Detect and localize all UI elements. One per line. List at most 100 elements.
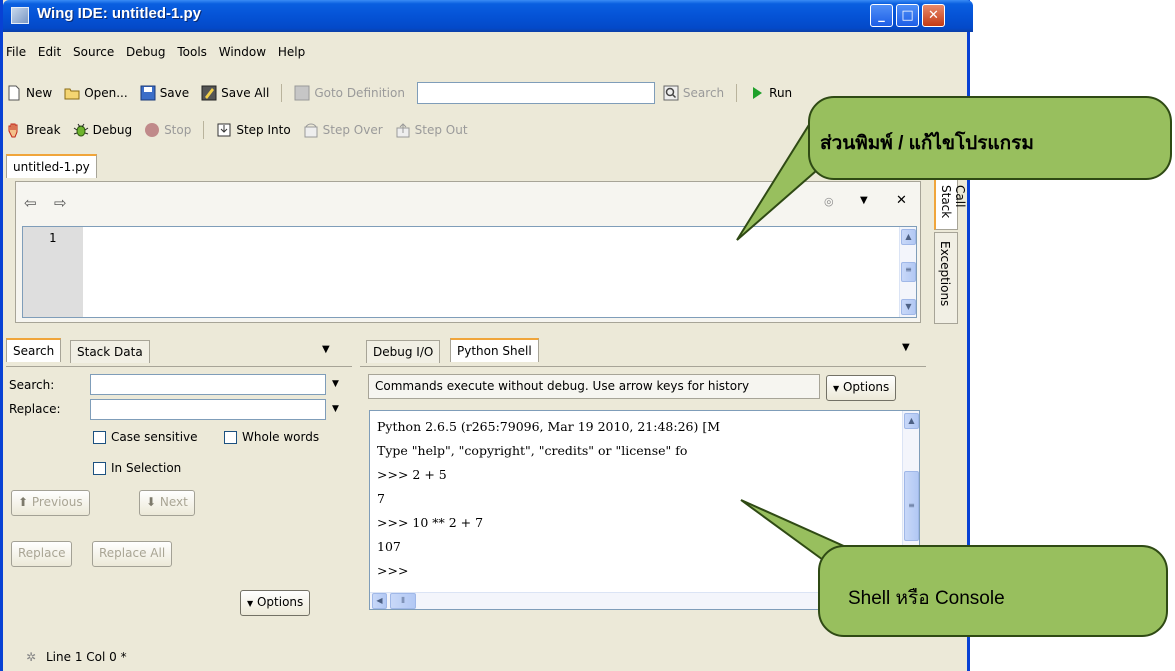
shell-line: Python 2.6.5 (r265:79096, Mar 19 2010, 2… xyxy=(377,419,721,434)
open-button[interactable]: Open... xyxy=(64,85,128,101)
step-out-button[interactable]: Step Out xyxy=(395,122,468,138)
stop-icon xyxy=(145,123,160,137)
scroll-down-icon[interactable]: ▼ xyxy=(901,299,916,315)
goto-definition-input[interactable] xyxy=(416,82,655,104)
forward-arrow-icon[interactable]: ⇨ xyxy=(54,194,67,212)
step-over-label: Step Over xyxy=(322,123,383,137)
maximize-button[interactable]: □ xyxy=(896,4,919,27)
save-button[interactable]: Save xyxy=(140,85,189,101)
search-button[interactable]: Search xyxy=(663,85,724,101)
in-selection-label: In Selection xyxy=(111,461,182,475)
editor-vertical-scrollbar[interactable]: ▲ ≡ ▼ xyxy=(899,227,916,317)
menu-bar: File Edit Source Debug Tools Window Help xyxy=(6,45,313,67)
menu-tools[interactable]: Tools xyxy=(177,45,207,59)
shell-line: >>> xyxy=(377,563,409,578)
replace-history-chevron-icon[interactable]: ▼ xyxy=(332,404,339,414)
debug-button[interactable]: Debug xyxy=(73,122,132,138)
tab-search[interactable]: Search xyxy=(6,338,62,362)
shell-hscroll-thumb[interactable]: ⦀ xyxy=(390,593,416,609)
search-icon xyxy=(663,85,679,101)
goto-definition-button[interactable]: Goto Definition xyxy=(294,85,405,101)
menu-source[interactable]: Source xyxy=(73,45,114,59)
window-title: Wing IDE: untitled-1.py xyxy=(37,5,202,22)
shell-line: 107 xyxy=(377,539,401,554)
search-input[interactable] xyxy=(90,374,326,395)
search-history-chevron-icon[interactable]: ▼ xyxy=(332,379,339,389)
case-sensitive-checkbox[interactable]: Case sensitive xyxy=(93,430,198,444)
exceptions-label: Exceptions xyxy=(938,241,952,307)
title-bar[interactable]: Wing IDE: untitled-1.py _ □ ✕ xyxy=(3,0,973,32)
close-button[interactable]: ✕ xyxy=(922,4,945,27)
menu-window[interactable]: Window xyxy=(219,45,266,59)
tab-exceptions[interactable]: Exceptions xyxy=(934,232,958,324)
run-button[interactable]: Run xyxy=(749,85,792,101)
tab-python-shell[interactable]: Python Shell xyxy=(450,338,539,362)
toolbar-separator xyxy=(736,84,738,102)
whole-words-box[interactable] xyxy=(224,431,237,444)
scroll-up-icon[interactable]: ▲ xyxy=(901,229,916,245)
shell-line: >>> 10 ** 2 + 7 xyxy=(377,515,484,530)
chevron-down-icon[interactable]: ▼ xyxy=(860,195,868,206)
scroll-thumb[interactable]: ≡ xyxy=(901,262,916,282)
cursor-position: Line 1 Col 0 * xyxy=(46,650,127,664)
whole-words-label: Whole words xyxy=(242,430,320,444)
break-button[interactable]: Break xyxy=(6,122,61,138)
line-number: 1 xyxy=(49,231,57,245)
goto-definition-label: Goto Definition xyxy=(314,86,405,100)
save-all-label: Save All xyxy=(221,86,270,100)
run-play-icon xyxy=(753,87,763,99)
search-options-label: Options xyxy=(256,595,304,609)
menu-edit[interactable]: Edit xyxy=(38,45,61,59)
tab-untitled-1[interactable]: untitled-1.py xyxy=(6,154,97,178)
in-selection-box[interactable] xyxy=(93,462,106,475)
shell-info-text: Commands execute without debug. Use arro… xyxy=(368,374,820,399)
previous-label: Previous xyxy=(31,495,83,509)
tab-call-stack[interactable]: Call Stack xyxy=(934,178,967,230)
menu-file[interactable]: File xyxy=(6,45,26,59)
next-button[interactable]: ⬇ Next xyxy=(139,490,195,516)
previous-button[interactable]: ⬆ Previous xyxy=(11,490,90,516)
whole-words-checkbox[interactable]: Whole words xyxy=(224,430,319,444)
shell-line: 7 xyxy=(377,491,385,506)
wing-app-icon xyxy=(11,7,29,24)
debug-toolbar: Break Debug Stop Step Into Step Over Ste… xyxy=(6,117,480,143)
search-label: Search xyxy=(682,86,725,100)
editor-callout: ส่วนพิมพ์ / แก้ไขโปรแกรม xyxy=(808,96,1172,180)
stop-label: Stop xyxy=(164,123,192,137)
step-out-label: Step Out xyxy=(414,123,468,137)
tab-stack-data[interactable]: Stack Data xyxy=(70,340,150,363)
shell-menu-chevron-icon[interactable]: ▼ xyxy=(902,342,910,353)
close-editor-icon[interactable]: ✕ xyxy=(896,193,907,208)
next-label: Next xyxy=(159,495,188,509)
tab-debug-io[interactable]: Debug I/O xyxy=(366,340,441,363)
save-all-button[interactable]: Save All xyxy=(201,85,269,101)
shell-scroll-up-icon[interactable]: ▲ xyxy=(904,413,919,429)
status-bar: ✲ Line 1 Col 0 * xyxy=(6,640,970,671)
new-button[interactable]: New xyxy=(6,85,52,101)
replace-input[interactable] xyxy=(90,399,326,420)
case-sensitive-box[interactable] xyxy=(93,431,106,444)
search-options-button[interactable]: ▼ Options xyxy=(240,590,311,616)
replace-button[interactable]: Replace xyxy=(11,541,73,567)
shell-line: Type "help", "copyright", "credits" or "… xyxy=(377,443,688,458)
editor-callout-text: ส่วนพิมพ์ / แก้ไขโปรแกรม xyxy=(820,133,1034,154)
replace-all-button[interactable]: Replace All xyxy=(92,541,173,567)
in-selection-checkbox[interactable]: In Selection xyxy=(93,461,181,475)
goto-definition-icon xyxy=(294,85,310,101)
shell-scroll-thumb[interactable]: ≡ xyxy=(904,471,919,541)
step-into-button[interactable]: Step Into xyxy=(216,122,291,138)
panel-menu-chevron-icon[interactable]: ▼ xyxy=(322,344,330,355)
step-over-button[interactable]: Step Over xyxy=(303,122,383,138)
shell-options-button[interactable]: ▼ Options xyxy=(826,375,897,401)
back-arrow-icon[interactable]: ⇦ xyxy=(24,194,37,212)
stop-button[interactable]: Stop xyxy=(144,122,191,138)
menu-help[interactable]: Help xyxy=(278,45,305,59)
shell-scroll-left-icon[interactable]: ◀ xyxy=(372,593,387,609)
code-editor[interactable]: 1 ▲ ≡ ▼ xyxy=(22,226,917,318)
shell-line: >>> 2 + 5 xyxy=(377,467,447,482)
menu-debug[interactable]: Debug xyxy=(126,45,165,59)
options-gear-icon[interactable]: ◎ xyxy=(824,195,834,208)
call-stack-label: Call Stack xyxy=(939,185,967,219)
shell-panel-divider xyxy=(360,366,926,367)
minimize-button[interactable]: _ xyxy=(870,4,893,27)
